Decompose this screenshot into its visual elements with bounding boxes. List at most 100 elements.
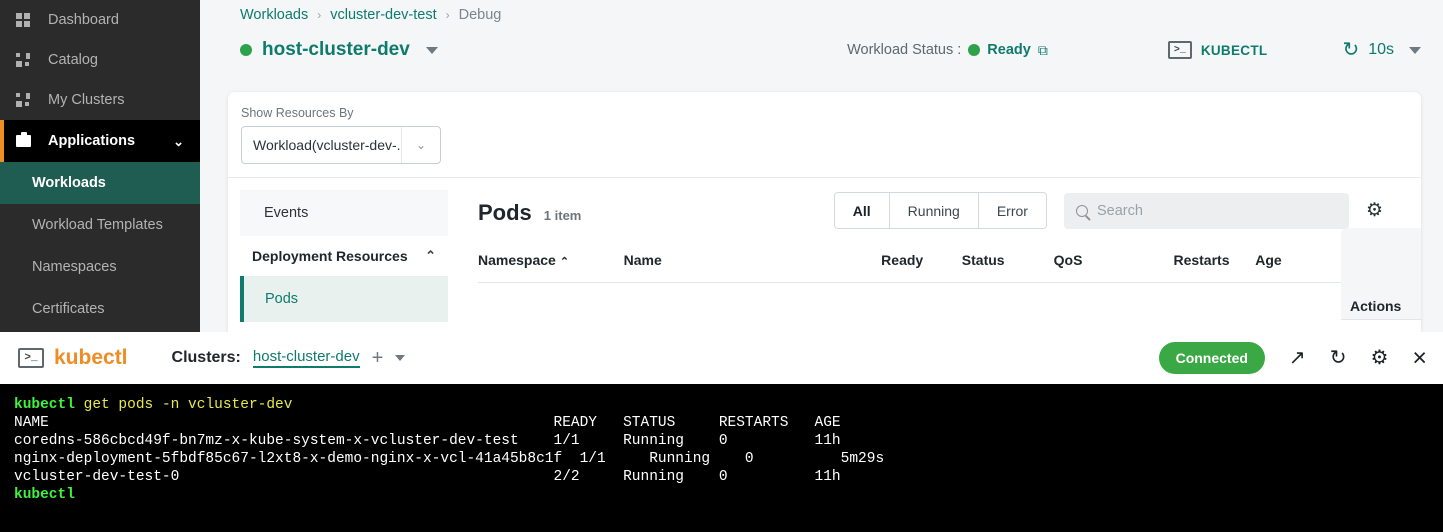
external-link-icon[interactable]: ⧉ xyxy=(1038,42,1048,59)
close-icon[interactable]: × xyxy=(1412,346,1427,371)
column-header-actions: Actions xyxy=(1341,228,1421,320)
kubectl-brand-label: kubectl xyxy=(54,346,128,370)
popout-icon[interactable]: ↗ xyxy=(1289,348,1306,368)
refresh-interval-value: 10s xyxy=(1368,41,1394,59)
kubectl-button[interactable]: >_ KUBECTL xyxy=(1168,41,1268,59)
kubectl-brand: >_ kubectl xyxy=(18,346,128,370)
cluster-name-label: host-cluster-dev xyxy=(262,39,410,61)
status-dot-icon xyxy=(240,44,252,56)
show-resources-by-filter: Show Resources By Workload(vcluster-dev-… xyxy=(228,92,1421,178)
breadcrumb-separator-icon: › xyxy=(317,8,321,22)
column-header-name[interactable]: Name xyxy=(624,252,882,283)
sidebar-item-certificates[interactable]: Certificates xyxy=(0,288,200,330)
resource-nav-label: Pods xyxy=(265,291,298,307)
sidebar-subitem-label: Certificates xyxy=(32,301,105,317)
gear-icon[interactable]: ⚙ xyxy=(1370,348,1388,368)
resource-select[interactable]: Workload(vcluster-dev-... ⌄ xyxy=(241,126,441,164)
status-badge: Connected xyxy=(1159,342,1265,374)
status-dot-icon xyxy=(968,44,980,56)
sidebar-item-label: Applications xyxy=(48,133,135,149)
resource-nav: Events Deployment Resources ⌃ Pods xyxy=(228,178,460,332)
search-input[interactable] xyxy=(1097,203,1337,219)
add-cluster-icon[interactable]: + xyxy=(372,348,384,368)
item-count: 1 item xyxy=(544,208,582,226)
pods-table: Namespace⌃ Name Ready Status QoS Restart… xyxy=(478,252,1421,283)
terminal-output[interactable]: kubectl get pods -n vcluster-dev NAME RE… xyxy=(0,384,1443,532)
terminal-line: coredns-586cbcd49f-bn7mz-x-kube-system-x… xyxy=(14,433,841,449)
sidebar-item-label: Catalog xyxy=(48,52,98,68)
status-filter-group: All Running Error xyxy=(834,192,1047,229)
chevron-down-icon xyxy=(426,47,438,54)
sidebar-item-label: My Clusters xyxy=(48,92,125,108)
filter-label: Show Resources By xyxy=(241,106,1421,120)
page-title: Pods xyxy=(478,200,532,226)
column-header-age[interactable]: Age xyxy=(1255,252,1354,283)
terminal-command-args: get pods -n vcluster-dev xyxy=(84,397,293,413)
sidebar-item-namespaces[interactable]: Namespaces xyxy=(0,246,200,288)
sidebar-item-my-clusters[interactable]: My Clusters xyxy=(0,80,200,120)
terminal-line: nginx-deployment-5fbdf85c67-l2xt8-x-demo… xyxy=(14,451,884,467)
chevron-down-icon: ⌄ xyxy=(402,138,440,152)
breadcrumb-item-vcluster[interactable]: vcluster-dev-test xyxy=(330,7,436,23)
sort-asc-icon: ⌃ xyxy=(560,256,569,268)
terminal-prompt-command: kubectl xyxy=(14,397,75,413)
table-header-row: Namespace⌃ Name Ready Status QoS Restart… xyxy=(478,252,1421,283)
sidebar-item-workloads[interactable]: Workloads xyxy=(0,162,200,204)
filter-all-button[interactable]: All xyxy=(835,193,890,228)
kubectl-panel-actions: Connected ↗ ↻ ⚙ × xyxy=(1159,342,1427,374)
sidebar-subitem-label: Namespaces xyxy=(32,259,117,275)
resources-card: Show Resources By Workload(vcluster-dev-… xyxy=(228,92,1421,332)
terminal-icon: >_ xyxy=(1168,41,1192,59)
workload-status: Workload Status : Ready ⧉ xyxy=(847,42,1048,59)
breadcrumb-item-workloads[interactable]: Workloads xyxy=(240,7,308,23)
refresh-interval-control[interactable]: ↻ 10s xyxy=(1342,40,1421,60)
column-header-qos[interactable]: QoS xyxy=(1054,252,1174,283)
sidebar-item-catalog[interactable]: Catalog xyxy=(0,40,200,80)
terminal-last-prompt: kubectl xyxy=(14,487,75,503)
cluster-selector[interactable]: host-cluster-dev xyxy=(240,39,438,61)
terminal-line: vcluster-dev-test-0 2/2 Running 0 11h xyxy=(14,469,841,485)
chevron-down-icon: ⌄ xyxy=(173,135,184,148)
resource-nav-group-label: Deployment Resources xyxy=(252,248,408,264)
filter-running-button[interactable]: Running xyxy=(890,193,979,228)
breadcrumb-separator-icon: › xyxy=(446,8,450,22)
card-body: Events Deployment Resources ⌃ Pods Pods … xyxy=(228,178,1421,332)
chevron-down-icon xyxy=(1409,47,1421,54)
resource-nav-item-events[interactable]: Events xyxy=(240,190,448,236)
sidebar-item-dashboard[interactable]: Dashboard xyxy=(0,0,200,40)
breadcrumb: Workloads › vcluster-dev-test › Debug xyxy=(200,0,1443,30)
pods-toolbar: All Running Error ⚙ xyxy=(834,192,1383,229)
terminal-header-line: NAME READY STATUS RESTARTS AGE xyxy=(14,415,841,431)
kubectl-button-label: KUBECTL xyxy=(1201,43,1268,58)
column-header-namespace[interactable]: Namespace⌃ xyxy=(478,252,624,283)
column-header-status[interactable]: Status xyxy=(962,252,1054,283)
filter-error-button[interactable]: Error xyxy=(979,193,1046,228)
sidebar: Dashboard Catalog My Clusters Applicatio… xyxy=(0,0,200,332)
workload-status-value: Ready xyxy=(987,42,1031,58)
sidebar-item-workload-templates[interactable]: Workload Templates xyxy=(0,204,200,246)
pods-panel: Pods 1 item All Running Error xyxy=(460,178,1421,332)
workload-status-label: Workload Status : xyxy=(847,42,961,58)
kubectl-cluster-selector: Clusters: host-cluster-dev + xyxy=(172,348,406,368)
column-header-restarts[interactable]: Restarts xyxy=(1173,252,1255,283)
resource-nav-label: Events xyxy=(264,205,308,221)
grid-icon xyxy=(16,13,34,27)
header-actions: Workload Status : Ready ⧉ >_ KUBECTL ↻ 1… xyxy=(847,40,1421,60)
breadcrumb-item-debug: Debug xyxy=(459,7,502,23)
app-root: Dashboard Catalog My Clusters Applicatio… xyxy=(0,0,1443,532)
resource-nav-group-deployment-resources[interactable]: Deployment Resources ⌃ xyxy=(240,236,448,276)
resource-select-value: Workload(vcluster-dev-... xyxy=(253,137,401,153)
resource-nav-item-pods[interactable]: Pods xyxy=(240,276,448,322)
terminal-icon: >_ xyxy=(18,348,44,368)
kubectl-panel-toolbar: >_ kubectl Clusters: host-cluster-dev + … xyxy=(0,332,1443,384)
active-cluster-tab[interactable]: host-cluster-dev xyxy=(253,348,360,368)
refresh-icon[interactable]: ↻ xyxy=(1330,348,1347,368)
column-header-ready[interactable]: Ready xyxy=(881,252,962,283)
sidebar-item-applications[interactable]: Applications ⌄ xyxy=(0,120,200,162)
search-icon xyxy=(1076,205,1088,217)
gear-icon[interactable]: ⚙ xyxy=(1366,201,1383,220)
search-box[interactable] xyxy=(1064,193,1349,229)
clusters-label: Clusters: xyxy=(172,349,241,367)
grid-icon xyxy=(16,53,34,67)
chevron-down-icon[interactable] xyxy=(395,355,405,361)
